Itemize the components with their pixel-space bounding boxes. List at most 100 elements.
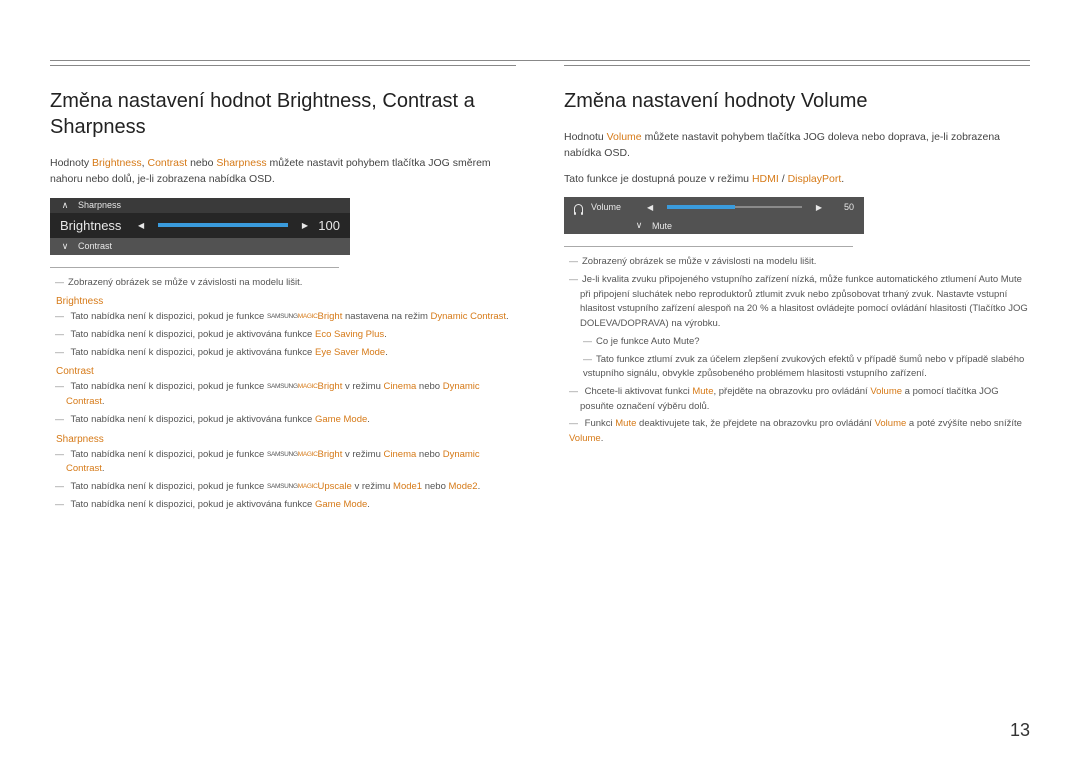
t: .	[102, 463, 105, 474]
t: Tato nabídka není k dispozici, pokud je …	[70, 499, 315, 510]
t: deaktivujete tak, že přejdete na obrazov…	[636, 418, 874, 429]
osd-mute-label: Mute	[652, 221, 672, 231]
osd-mute-row: ∨ Mute	[564, 217, 864, 234]
brightness-slider	[158, 224, 288, 226]
t: Bright	[318, 311, 343, 322]
t: nebo	[187, 157, 216, 169]
t: nastavena na režim	[342, 311, 430, 322]
t: Eye Saver Mode	[315, 347, 385, 358]
osd-current-row: Brightness ◀ ▶ 100	[50, 213, 350, 238]
t: , přejděte na obrazovku pro ovládání	[713, 386, 870, 397]
t: SAMSUNG	[267, 383, 298, 390]
t: Tato nabídka není k dispozici, pokud je …	[70, 381, 266, 392]
right-intro: Hodnotu Volume můžete nastavit pohybem t…	[564, 130, 1030, 162]
t: Funkci	[585, 418, 616, 429]
osd-next-row: ∨ Contrast	[50, 238, 350, 255]
brightness-osd: ∧ Sharpness Brightness ◀ ▶ 100 ∨ Contras…	[50, 198, 350, 255]
t: Eco Saving Plus	[315, 329, 384, 340]
subhead-brightness: Brightness	[56, 296, 516, 307]
subhead-sharpness: Sharpness	[56, 434, 516, 445]
kw-brightness: Brightness	[92, 157, 142, 169]
t: MAGICBright	[298, 449, 343, 460]
t: MAGICUpscale	[298, 481, 352, 492]
slider-fill	[667, 205, 734, 209]
divider	[50, 267, 339, 268]
kw-displayport: DisplayPort	[788, 173, 842, 185]
t: Tato funkce je dostupná pouze v režimu	[564, 173, 752, 185]
t: .	[384, 329, 387, 340]
note: Tato nabídka není k dispozici, pokud je …	[66, 380, 516, 409]
t: Volume	[870, 386, 902, 397]
t: SAMSUNG	[267, 483, 298, 490]
t: v režimu	[342, 381, 383, 392]
volume-osd: Volume ◀ ▶ 50 ∨ Mute	[564, 197, 864, 234]
kw-sharpness: Sharpness	[216, 157, 266, 169]
t: Tato nabídka není k dispozici, pokud je …	[70, 414, 315, 425]
t: nebo	[416, 449, 442, 460]
t: Cinema	[384, 449, 417, 460]
volume-slider	[667, 206, 802, 208]
t: Tato nabídka není k dispozici, pokud je …	[70, 347, 315, 358]
note-automute: Je-li kvalita zvuku připojeného vstupníh…	[580, 273, 1030, 332]
t: Game Mode	[315, 499, 367, 510]
chevron-down-icon: ∨	[60, 241, 70, 252]
osd-next-label: Contrast	[78, 241, 112, 251]
t: Hodnotu	[564, 131, 607, 143]
osd-prev-row: ∧ Sharpness	[50, 198, 350, 213]
t: Game Mode	[315, 414, 367, 425]
osd-volume-label: Volume	[591, 202, 639, 212]
t: MAGIC	[298, 313, 318, 320]
note: Tato nabídka není k dispozici, pokud je …	[66, 498, 516, 513]
note-q: Co je funkce Auto Mute?	[594, 335, 1030, 350]
note: Tato nabídka není k dispozici, pokud je …	[66, 413, 516, 428]
note-mute: Chcete-li aktivovat funkci Mute, přejdět…	[580, 385, 1030, 414]
right-column: Změna nastavení hodnoty Volume Hodnotu V…	[564, 65, 1030, 515]
note: Tato nabídka není k dispozici, pokud je …	[66, 448, 516, 477]
headphone-icon	[574, 204, 583, 213]
triangle-left-icon: ◀	[138, 221, 144, 230]
t: v režimu	[342, 449, 383, 460]
osd-prev-label: Sharpness	[78, 200, 121, 210]
t: nebo	[416, 381, 442, 392]
t: MAGIC	[298, 383, 318, 390]
t: MAGIC	[298, 451, 318, 458]
osd-value: 100	[316, 218, 340, 233]
triangle-right-icon: ▶	[302, 221, 308, 230]
t: .	[367, 414, 370, 425]
t: nebo	[422, 481, 448, 492]
t: MAGICBright	[298, 381, 343, 392]
t: Volume	[569, 433, 601, 444]
t: Tato nabídka není k dispozici, pokud je …	[70, 449, 266, 460]
t: .	[102, 396, 105, 407]
t: Mode1	[393, 481, 422, 492]
kw-contrast: Contrast	[147, 157, 187, 169]
t: .	[601, 433, 604, 444]
left-column: Změna nastavení hodnot Brightness, Contr…	[50, 65, 516, 515]
t: Mute	[692, 386, 713, 397]
t: SAMSUNG	[267, 313, 298, 320]
t: Bright	[318, 449, 343, 460]
osd-volume-row: Volume ◀ ▶ 50	[564, 197, 864, 217]
t: SAMSUNG	[267, 451, 298, 458]
page-number: 13	[1010, 720, 1030, 741]
t: v režimu	[352, 481, 393, 492]
right-line2: Tato funkce je dostupná pouze v režimu H…	[564, 172, 1030, 188]
chevron-down-icon: ∨	[634, 220, 644, 231]
t: Hodnoty	[50, 157, 92, 169]
kw-volume: Volume	[607, 131, 642, 143]
t: Upscale	[318, 481, 352, 492]
t: Cinema	[384, 381, 417, 392]
left-heading: Změna nastavení hodnot Brightness, Contr…	[50, 88, 516, 140]
right-heading: Změna nastavení hodnoty Volume	[564, 88, 1030, 114]
t: Tato nabídka není k dispozici, pokud je …	[70, 329, 315, 340]
t: Mode2	[449, 481, 478, 492]
note: Tato nabídka není k dispozici, pokud je …	[66, 480, 516, 495]
t: a poté zvýšíte nebo snížíte	[906, 418, 1022, 429]
note: Tato nabídka není k dispozici, pokud je …	[66, 328, 516, 343]
t: Dynamic Contrast	[431, 311, 507, 322]
t: /	[779, 173, 788, 185]
t: Volume	[875, 418, 907, 429]
kw-hdmi: HDMI	[752, 173, 779, 185]
osd-volume-value: 50	[830, 202, 854, 212]
note-model: Zobrazený obrázek se může v závislosti n…	[66, 276, 516, 291]
